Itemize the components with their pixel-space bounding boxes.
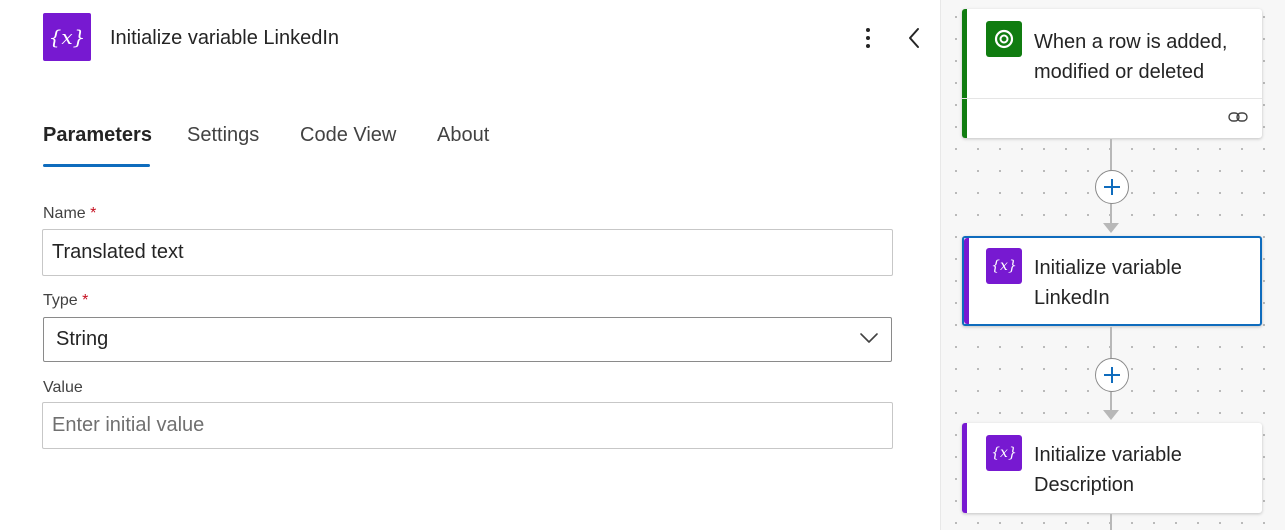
card-title: Initialize variable LinkedIn — [1034, 257, 1182, 309]
link-icon[interactable] — [1228, 110, 1248, 124]
card-accent-stripe — [964, 238, 969, 324]
type-selected-value: String — [56, 328, 109, 350]
card-title: When a row is added, modified or deleted — [1034, 31, 1228, 83]
name-label-text: Name — [43, 205, 86, 222]
insert-step-button[interactable] — [1095, 170, 1129, 204]
more-dot-icon — [866, 36, 870, 40]
type-label-text: Type — [43, 292, 78, 309]
dataverse-icon — [986, 21, 1022, 57]
connector-arrow-icon — [1103, 410, 1119, 420]
variable-icon: {x} — [986, 435, 1022, 471]
flow-card-initialize-variable-description[interactable]: {x} Initialize variable Description — [962, 423, 1262, 513]
active-tab-indicator — [43, 164, 150, 167]
collapse-panel-button[interactable] — [902, 22, 926, 54]
type-dropdown[interactable]: String — [43, 317, 892, 362]
chevron-down-icon — [860, 333, 878, 343]
card-accent-stripe — [962, 9, 967, 138]
tab-code-view[interactable]: Code View — [300, 124, 396, 147]
name-input[interactable]: Translated text — [42, 229, 893, 276]
more-dot-icon — [866, 44, 870, 48]
value-input-placeholder: Enter initial value — [52, 414, 205, 436]
name-label: Name * — [43, 205, 96, 223]
plus-icon — [1104, 367, 1120, 383]
name-input-value: Translated text — [52, 241, 184, 263]
connector-line — [1110, 514, 1112, 530]
card-divider — [962, 98, 1262, 99]
value-input[interactable]: Enter initial value — [42, 402, 893, 449]
required-marker: * — [90, 205, 97, 222]
panel-title: Initialize variable LinkedIn — [110, 27, 340, 49]
tab-about[interactable]: About — [437, 124, 489, 147]
insert-step-button[interactable] — [1095, 358, 1129, 392]
tab-parameters[interactable]: Parameters — [43, 124, 152, 147]
card-title: Initialize variable Description — [1034, 444, 1182, 496]
value-label-text: Value — [43, 379, 83, 396]
flow-card-initialize-variable-linkedin[interactable]: {x} Initialize variable LinkedIn — [962, 236, 1262, 326]
action-details-panel: {x} Initialize variable LinkedIn Paramet… — [0, 0, 940, 530]
flow-card-trigger[interactable]: When a row is added, modified or deleted — [962, 9, 1262, 138]
variable-icon: {x} — [43, 13, 91, 61]
more-dot-icon — [866, 28, 870, 32]
tab-settings[interactable]: Settings — [187, 124, 259, 147]
connector-arrow-icon — [1103, 223, 1119, 233]
type-label: Type * — [43, 292, 88, 310]
plus-icon — [1104, 179, 1120, 195]
variable-icon: {x} — [986, 248, 1022, 284]
more-options-button[interactable] — [856, 22, 880, 54]
card-accent-stripe — [962, 423, 967, 513]
chevron-left-icon — [909, 28, 919, 48]
value-label: Value — [43, 379, 83, 397]
required-marker: * — [82, 292, 89, 309]
